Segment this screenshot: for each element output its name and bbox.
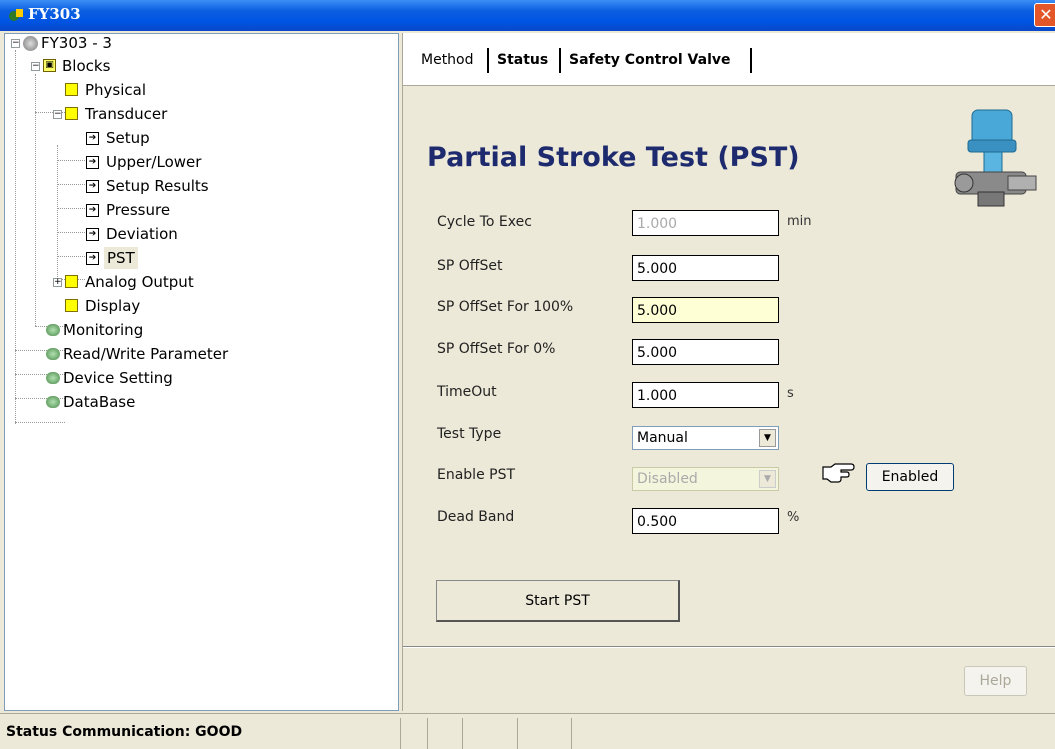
- collapse-icon[interactable]: −: [53, 110, 62, 119]
- tree-item-physical[interactable]: Physical: [5, 79, 305, 101]
- function-icon: [46, 396, 60, 408]
- help-button: Help: [964, 666, 1027, 696]
- device-icon: [23, 36, 38, 51]
- dead-band-label: Dead Band: [437, 509, 515, 525]
- block-icon: [65, 107, 78, 120]
- start-pst-button[interactable]: Start PST: [436, 580, 680, 622]
- enable-pst-label: Enable PST: [437, 467, 516, 483]
- tree-item-transducer[interactable]: − Transducer: [5, 103, 305, 125]
- collapse-icon[interactable]: −: [31, 62, 40, 71]
- arrow-icon: ➔: [86, 156, 99, 169]
- tree-item-device-setting[interactable]: Device Setting: [5, 367, 305, 389]
- status-divider: [462, 718, 463, 749]
- function-icon: [46, 348, 60, 360]
- test-type-select[interactable]: Manual ▼: [632, 426, 779, 450]
- tree-item-read-write-parameter[interactable]: Read/Write Parameter: [5, 343, 305, 365]
- device-tree[interactable]: − FY303 - 3 − ▣ Blocks Physical − Transd…: [4, 33, 399, 711]
- arrow-icon: ➔: [86, 180, 99, 193]
- tree-item-setup[interactable]: ➔ Setup: [5, 127, 305, 149]
- tree-item-setup-results[interactable]: ➔ Setup Results: [5, 175, 305, 197]
- block-icon: [65, 275, 78, 288]
- status-divider: [400, 718, 401, 749]
- status-divider: [571, 718, 572, 749]
- cycle-to-exec-field: 1.000: [632, 210, 779, 236]
- valve-image: [948, 104, 1038, 214]
- sp-offset-0-label: SP OffSet For 0%: [437, 341, 556, 357]
- timeout-field[interactable]: 1.000: [632, 382, 779, 408]
- timeout-unit: s: [787, 386, 794, 401]
- dropdown-arrow-icon[interactable]: ▼: [759, 429, 776, 447]
- tab-divider: [559, 48, 561, 73]
- tab-divider: [487, 48, 489, 73]
- arrow-icon: ➔: [86, 132, 99, 145]
- function-icon: [46, 372, 60, 384]
- test-type-label: Test Type: [437, 426, 502, 442]
- tree-item-deviation[interactable]: ➔ Deviation: [5, 223, 305, 245]
- dead-band-field[interactable]: 0.500: [632, 508, 779, 534]
- separator: [403, 647, 1055, 648]
- arrow-icon: ➔: [86, 228, 99, 241]
- main-panel: Method Status Safety Control Valve Parti…: [402, 33, 1055, 711]
- tab-safety-control-valve[interactable]: Safety Control Valve: [569, 48, 731, 72]
- status-divider: [427, 718, 428, 749]
- cycle-to-exec-label: Cycle To Exec: [437, 214, 532, 230]
- app-icon: [8, 7, 24, 23]
- enabled-button[interactable]: Enabled: [866, 463, 954, 491]
- blocks-icon: ▣: [43, 59, 56, 72]
- status-communication: Status Communication: GOOD: [6, 724, 243, 740]
- tree-item-database[interactable]: DataBase: [5, 391, 305, 413]
- cycle-to-exec-unit: min: [787, 214, 812, 229]
- tree-item-monitoring[interactable]: Monitoring: [5, 319, 305, 341]
- sp-offset-100-label: SP OffSet For 100%: [437, 299, 574, 315]
- window-title: FY303: [28, 5, 81, 23]
- status-bar: Status Communication: GOOD: [0, 713, 1055, 749]
- enable-pst-value: Disabled: [637, 471, 698, 487]
- status-divider: [517, 718, 518, 749]
- title-bar: FY303 ✕: [0, 0, 1055, 31]
- pointing-hand-icon: [821, 461, 855, 485]
- sp-offset-label: SP OffSet: [437, 258, 503, 274]
- tree-item-pressure[interactable]: ➔ Pressure: [5, 199, 305, 221]
- block-icon: [65, 299, 78, 312]
- tree-item-upper-lower[interactable]: ➔ Upper/Lower: [5, 151, 305, 173]
- sp-offset-100-field[interactable]: 5.000: [632, 297, 779, 323]
- tree-item-analog-output[interactable]: + Analog Output: [5, 271, 305, 293]
- sp-offset-0-field[interactable]: 5.000: [632, 339, 779, 365]
- timeout-label: TimeOut: [437, 384, 497, 400]
- dead-band-unit: %: [787, 510, 800, 525]
- test-type-value: Manual: [637, 430, 688, 446]
- sp-offset-field[interactable]: 5.000: [632, 255, 779, 281]
- close-button[interactable]: ✕: [1034, 3, 1055, 27]
- dropdown-arrow-icon: ▼: [759, 470, 776, 488]
- arrow-icon: ➔: [86, 252, 99, 265]
- page-title: Partial Stroke Test (PST): [427, 142, 800, 173]
- block-icon: [65, 83, 78, 96]
- tree-item-display[interactable]: Display: [5, 295, 305, 317]
- enable-pst-select: Disabled ▼: [632, 467, 779, 491]
- arrow-icon: ➔: [86, 204, 99, 217]
- expand-icon[interactable]: +: [53, 278, 62, 287]
- collapse-icon[interactable]: −: [11, 39, 20, 48]
- tree-item-pst[interactable]: ➔ PST: [5, 247, 305, 269]
- tab-status[interactable]: Status: [497, 48, 548, 72]
- tree-item-root[interactable]: − FY303 - 3: [5, 34, 305, 54]
- function-icon: [46, 324, 60, 336]
- tab-strip: Method Status Safety Control Valve: [403, 33, 1055, 85]
- tab-divider: [750, 48, 752, 73]
- method-tab-content: Partial Stroke Test (PST) Cycle To Exec …: [403, 85, 1055, 711]
- tree-item-blocks[interactable]: − ▣ Blocks: [5, 55, 305, 77]
- tab-method[interactable]: Method: [421, 48, 474, 72]
